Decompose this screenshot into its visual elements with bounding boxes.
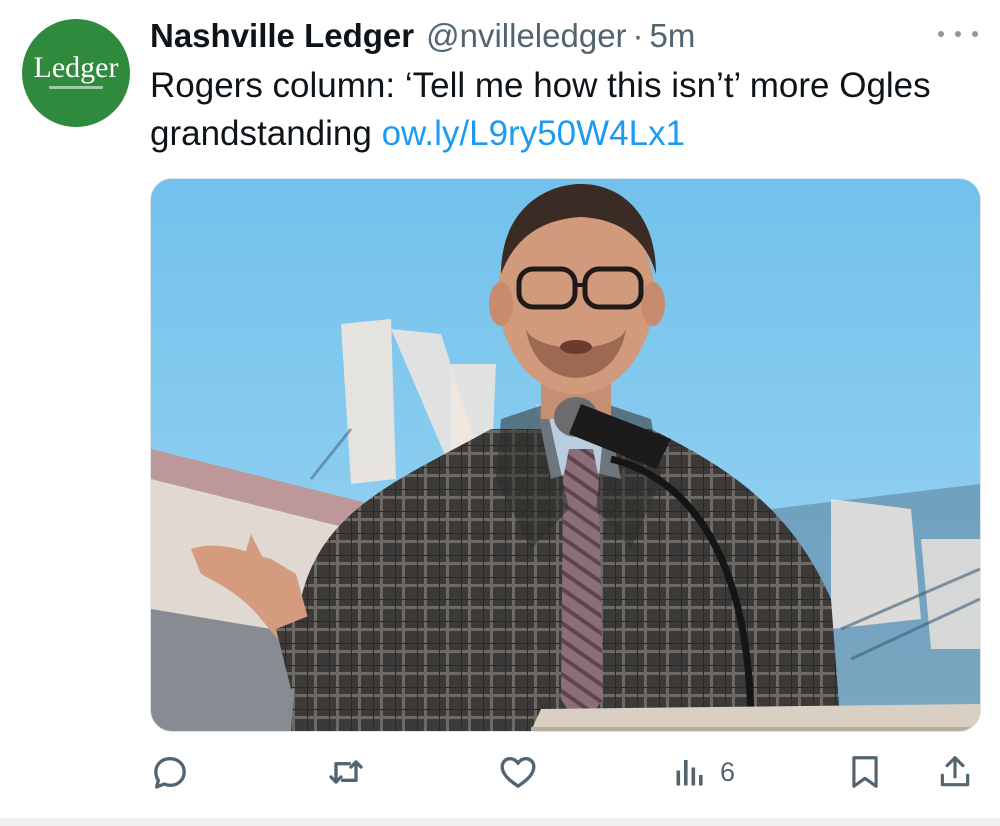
separator-dot: · <box>632 17 644 54</box>
avatar-logo-text: Ledger <box>33 51 119 84</box>
divider <box>0 818 1000 826</box>
timestamp[interactable]: 5m <box>650 17 696 55</box>
author-handle[interactable]: @nvilleledger <box>426 17 626 55</box>
views-icon <box>676 760 703 786</box>
reply-icon[interactable] <box>150 744 190 800</box>
share-icon[interactable] <box>936 744 974 800</box>
avatar-logo-tagline <box>49 86 103 89</box>
tweet-text: Rogers column: ‘Tell me how this isn’t’ … <box>150 62 950 158</box>
tweet-actions: 6 <box>150 744 980 800</box>
author-name[interactable]: Nashville Ledger <box>150 17 414 55</box>
views-count: 6 <box>720 756 736 787</box>
like-icon[interactable] <box>498 744 538 800</box>
bookmark-icon[interactable] <box>846 744 884 800</box>
tweet-photo[interactable] <box>150 178 981 732</box>
retweet-icon[interactable] <box>326 744 366 800</box>
views-button[interactable]: 6 <box>672 744 735 800</box>
avatar[interactable]: Ledger <box>22 19 130 127</box>
tweet-link[interactable]: ow.ly/L9ry50W4Lx1 <box>382 114 685 153</box>
tweet-header: Nashville Ledger @nvilleledger · 5m <box>150 14 695 58</box>
more-icon[interactable] <box>938 22 978 46</box>
